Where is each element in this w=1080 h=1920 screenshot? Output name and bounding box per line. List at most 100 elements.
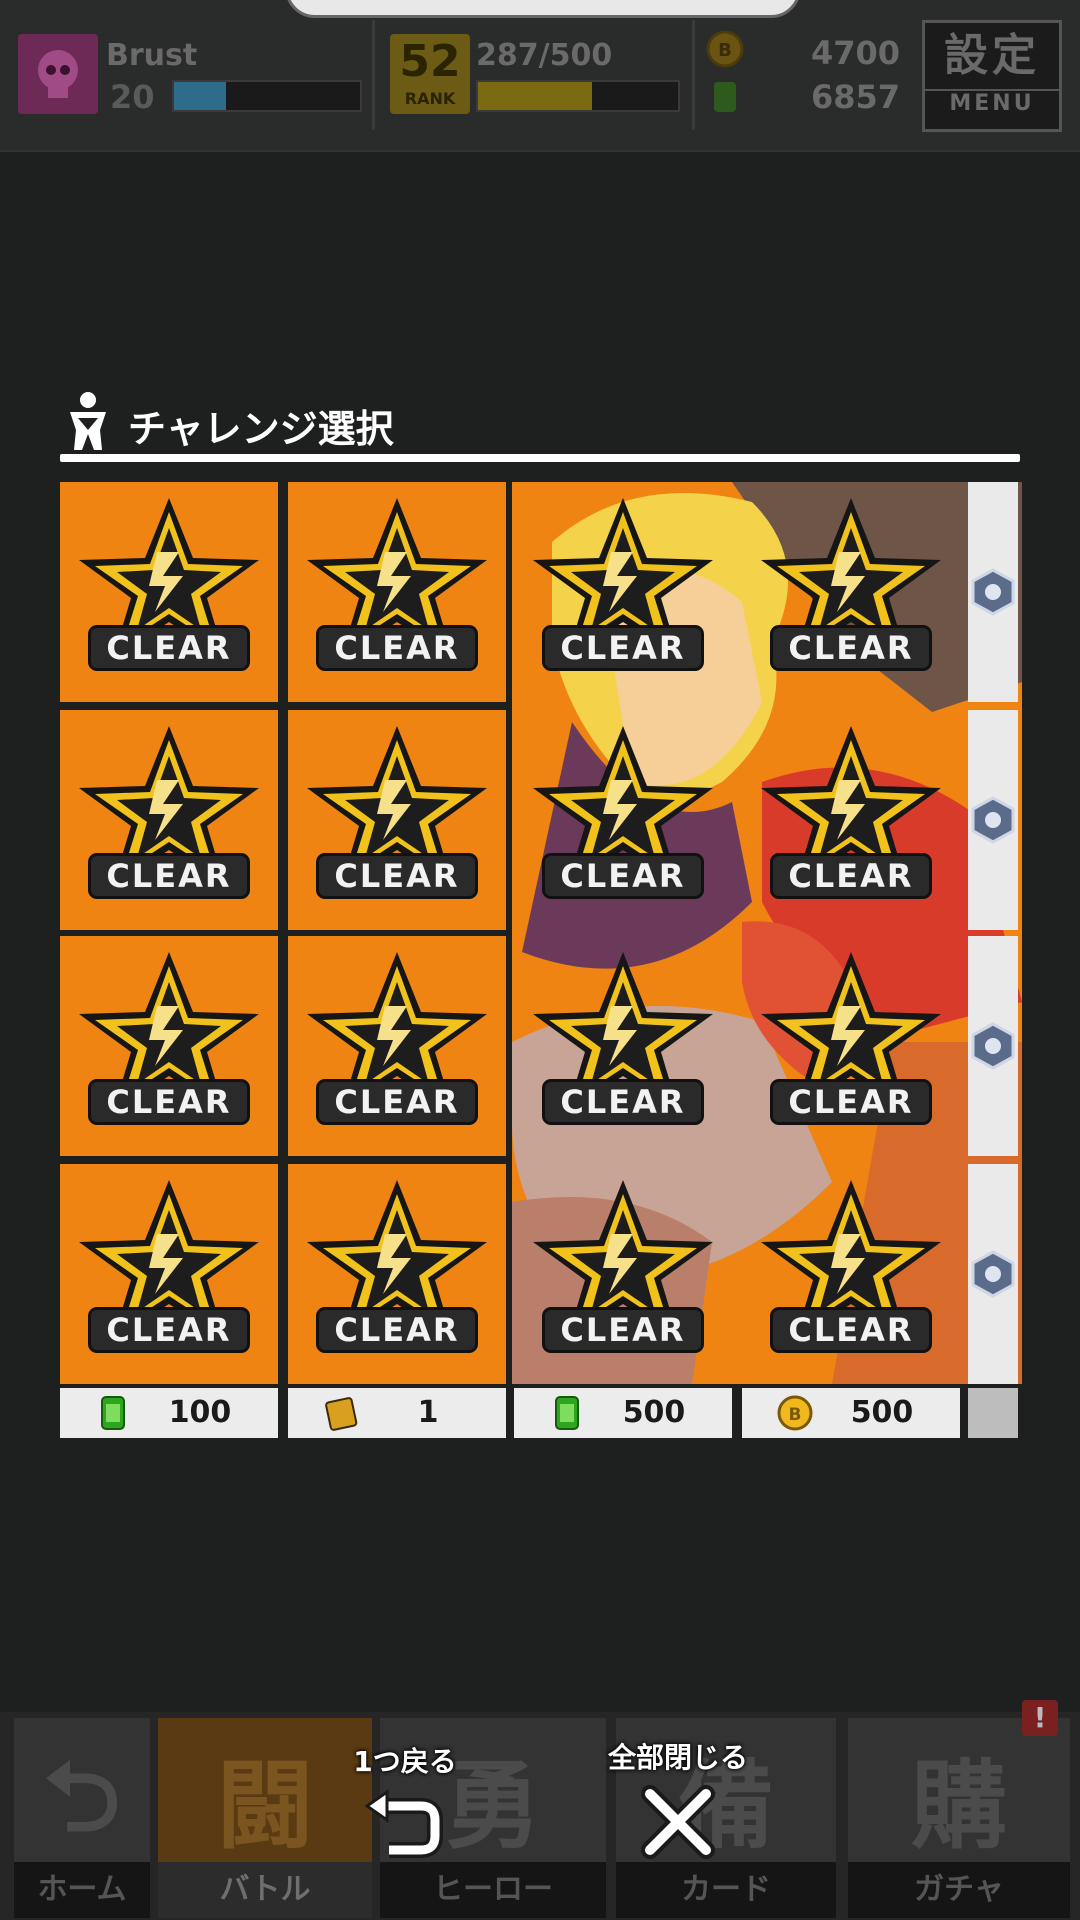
clear-label: CLEAR	[545, 1082, 701, 1122]
challenge-cell[interactable]: CLEAR	[288, 1164, 506, 1384]
nav-tab-label: ガチャ	[848, 1862, 1070, 1918]
settings-menu-button[interactable]: 設定 MENU	[922, 20, 1062, 132]
xp-bar-fill	[174, 82, 227, 110]
clear-label: CLEAR	[319, 628, 475, 668]
reward-value: 100	[168, 1395, 232, 1430]
reward-value: 500	[850, 1395, 914, 1430]
row-reward-badge[interactable]	[968, 936, 1018, 1156]
nav-tab-gacha[interactable]: 購 ガチャ	[848, 1718, 1070, 1918]
reward-value: 500	[622, 1395, 686, 1430]
title-underline	[60, 454, 1020, 462]
clear-badge: CLEAR	[71, 494, 267, 690]
clear-badge: CLEAR	[299, 722, 495, 918]
clear-label: CLEAR	[773, 1310, 929, 1350]
clear-label: CLEAR	[319, 856, 475, 896]
clear-badge: CLEAR	[525, 494, 721, 690]
row-reward-badge[interactable]	[968, 1164, 1018, 1384]
clear-label: CLEAR	[91, 1082, 247, 1122]
player-name: Brust	[106, 38, 198, 73]
player-level: 20	[110, 78, 155, 116]
reward-spacer	[968, 1388, 1018, 1438]
settings-kanji: 設定	[944, 30, 1040, 81]
silver-emblem-icon	[971, 796, 1015, 844]
alert-badge: !	[1022, 1700, 1058, 1736]
challenge-cell[interactable]: CLEAR	[288, 482, 506, 702]
clear-label: CLEAR	[545, 1310, 701, 1350]
clear-badge: CLEAR	[753, 1176, 949, 1372]
challenge-cell[interactable]: CLEAR	[60, 1164, 278, 1384]
green-canister-icon	[101, 1396, 125, 1430]
clear-label: CLEAR	[319, 1310, 475, 1350]
svg-text:B: B	[789, 1405, 802, 1425]
column-reward: 100	[60, 1388, 278, 1438]
column-reward: B 500	[742, 1388, 960, 1438]
divider	[372, 20, 375, 130]
back-one-label: 1つ戻る	[353, 1745, 457, 1778]
bottom-nav: ⮌ ホーム 闘 バトル 勇 ヒーロー 備 カード 購 ガチャ	[0, 1712, 1080, 1920]
challenge-cell[interactable]: CLEAR	[742, 936, 960, 1156]
challenger-icon	[70, 392, 106, 450]
back-one-button[interactable]: 1つ戻る	[330, 1740, 480, 1862]
notch	[285, 0, 801, 18]
rank-number: 52	[399, 36, 461, 87]
clear-label: CLEAR	[91, 856, 247, 896]
card-pack-icon	[325, 1397, 358, 1431]
dialog-title-text: チャレンジ選択	[128, 407, 394, 451]
close-all-button[interactable]: 全部閉じる	[598, 1736, 758, 1862]
rank-label: RANK	[404, 89, 456, 108]
clear-label: CLEAR	[773, 856, 929, 896]
row-reward-badge[interactable]	[968, 482, 1018, 702]
challenge-cell[interactable]: CLEAR	[60, 936, 278, 1156]
green-canister-icon	[555, 1396, 579, 1430]
rank-badge: 52 RANK	[390, 34, 470, 114]
nav-tab-label: バトル	[158, 1862, 372, 1918]
challenge-cell[interactable]: CLEAR	[514, 710, 732, 930]
gold-coin-icon: B	[777, 1395, 813, 1431]
column-reward: 500	[514, 1388, 732, 1438]
close-icon	[641, 1785, 715, 1859]
clear-label: CLEAR	[545, 856, 701, 896]
challenge-cell[interactable]: CLEAR	[742, 482, 960, 702]
nav-tab-label: ホーム	[14, 1862, 150, 1918]
green-currency-count: 6857	[810, 78, 900, 116]
challenge-grid: CLEAR CLEAR CLEAR CLEAR CLEAR CLEAR CLEA…	[60, 482, 1022, 1440]
clear-badge: CLEAR	[525, 722, 721, 918]
clear-badge: CLEAR	[753, 722, 949, 918]
clear-label: CLEAR	[773, 1082, 929, 1122]
challenge-cell[interactable]: CLEAR	[60, 482, 278, 702]
challenge-cell[interactable]: CLEAR	[514, 936, 732, 1156]
nav-tab-home[interactable]: ⮌ ホーム	[14, 1718, 150, 1918]
clear-label: CLEAR	[545, 628, 701, 668]
clear-label: CLEAR	[773, 628, 929, 668]
nav-tab-label: ヒーロー	[380, 1862, 606, 1918]
clear-badge: CLEAR	[299, 1176, 495, 1372]
challenge-cell[interactable]: CLEAR	[514, 1164, 732, 1384]
clear-label: CLEAR	[91, 628, 247, 668]
challenge-cell[interactable]: CLEAR	[742, 710, 960, 930]
stamina-bar-fill	[478, 82, 592, 110]
player-avatar[interactable]	[18, 34, 98, 114]
silver-emblem-icon	[971, 568, 1015, 616]
green-canister-icon	[714, 82, 736, 112]
clear-badge: CLEAR	[299, 494, 495, 690]
status-bar: Brust 20 52 RANK 287/500 B 4700 6857 設定 …	[0, 0, 1080, 152]
clear-badge: CLEAR	[71, 948, 267, 1144]
clear-badge: CLEAR	[525, 948, 721, 1144]
svg-text:B: B	[718, 40, 732, 61]
gold-coin-count: 4700	[810, 34, 900, 72]
challenge-cell[interactable]: CLEAR	[288, 936, 506, 1156]
challenge-cell[interactable]: CLEAR	[288, 710, 506, 930]
challenge-cell[interactable]: CLEAR	[514, 482, 732, 702]
purchase-kanji: 購	[911, 1750, 1007, 1862]
clear-badge: CLEAR	[299, 948, 495, 1144]
silver-emblem-icon	[971, 1250, 1015, 1298]
gold-coin-icon: B	[706, 30, 744, 68]
clear-label: CLEAR	[319, 1082, 475, 1122]
challenge-cell[interactable]: CLEAR	[60, 710, 278, 930]
row-reward-badge[interactable]	[968, 710, 1018, 930]
clear-badge: CLEAR	[753, 948, 949, 1144]
undo-arrow-icon	[365, 1789, 443, 1858]
nav-tab-label: カード	[616, 1862, 836, 1918]
stamina-bar	[476, 80, 680, 112]
challenge-cell[interactable]: CLEAR	[742, 1164, 960, 1384]
